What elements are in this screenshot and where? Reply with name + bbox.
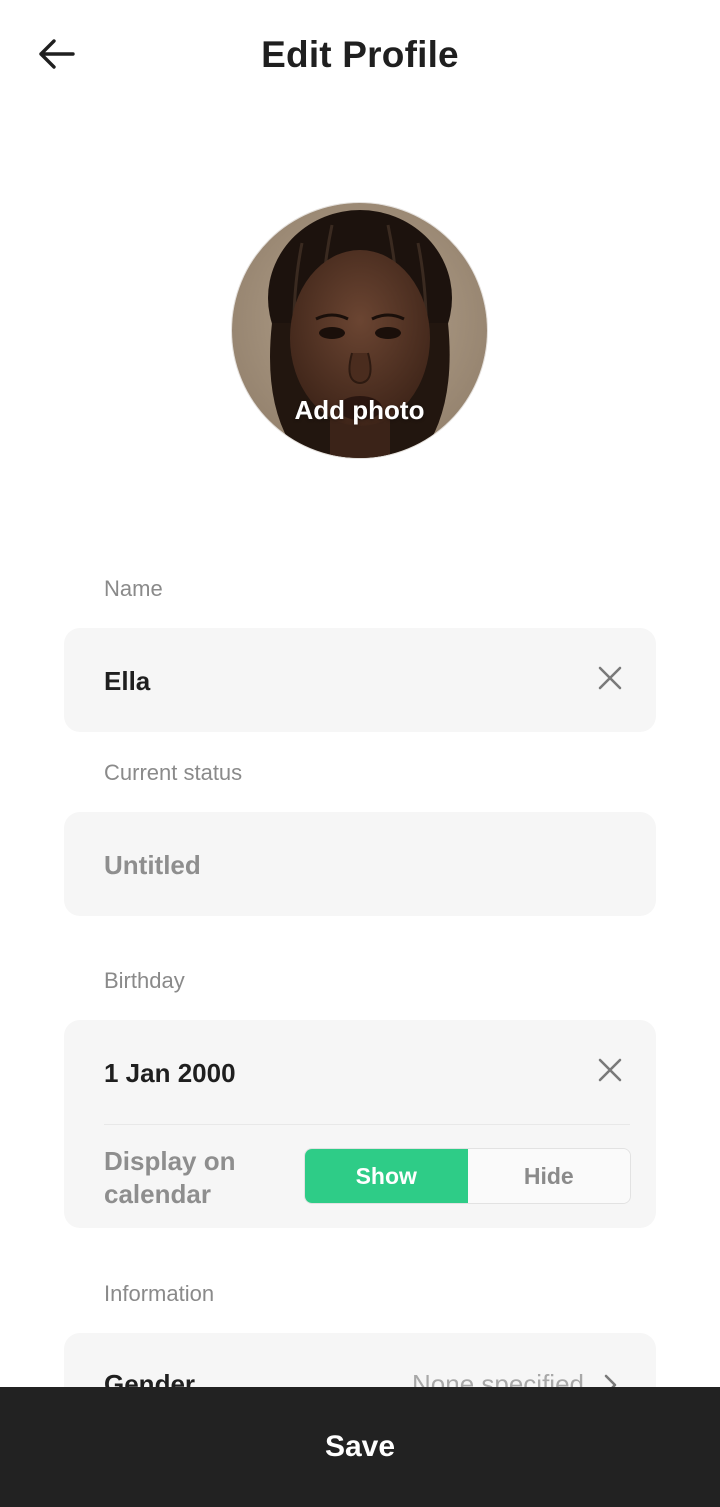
birthday-value[interactable]: 1 Jan 2000: [104, 1058, 236, 1089]
add-photo-label: Add photo: [294, 395, 425, 425]
information-label: Information: [104, 1281, 215, 1306]
clear-name-button[interactable]: [594, 664, 626, 696]
close-icon: [598, 666, 622, 695]
clear-birthday-button[interactable]: [594, 1056, 626, 1088]
birthday-label: Birthday: [104, 968, 185, 993]
page-title: Edit Profile: [261, 34, 459, 75]
current-status-placeholder[interactable]: Untitled: [104, 850, 201, 881]
current-status-label: Current status: [104, 760, 243, 785]
birthday-card: 1 Jan 2000 Display on calendar Show Hide: [64, 1020, 656, 1228]
avatar[interactable]: Add photo: [231, 202, 488, 459]
name-field[interactable]: Ella: [64, 628, 656, 732]
edit-profile-screen: Edit Profile Add photo Name Ella Current…: [0, 0, 720, 1507]
calendar-visibility-toggle: Show Hide: [304, 1148, 631, 1204]
hide-option[interactable]: Hide: [467, 1149, 630, 1203]
close-icon: [598, 1058, 622, 1087]
show-option[interactable]: Show: [305, 1149, 468, 1203]
display-on-calendar-label: Display on calendar: [104, 1146, 236, 1209]
divider: [104, 1124, 630, 1125]
current-status-field[interactable]: Untitled: [64, 812, 656, 916]
name-label: Name: [104, 576, 163, 601]
name-value[interactable]: Ella: [104, 666, 150, 697]
save-button[interactable]: Save: [0, 1387, 720, 1507]
save-label: Save: [324, 1430, 396, 1463]
